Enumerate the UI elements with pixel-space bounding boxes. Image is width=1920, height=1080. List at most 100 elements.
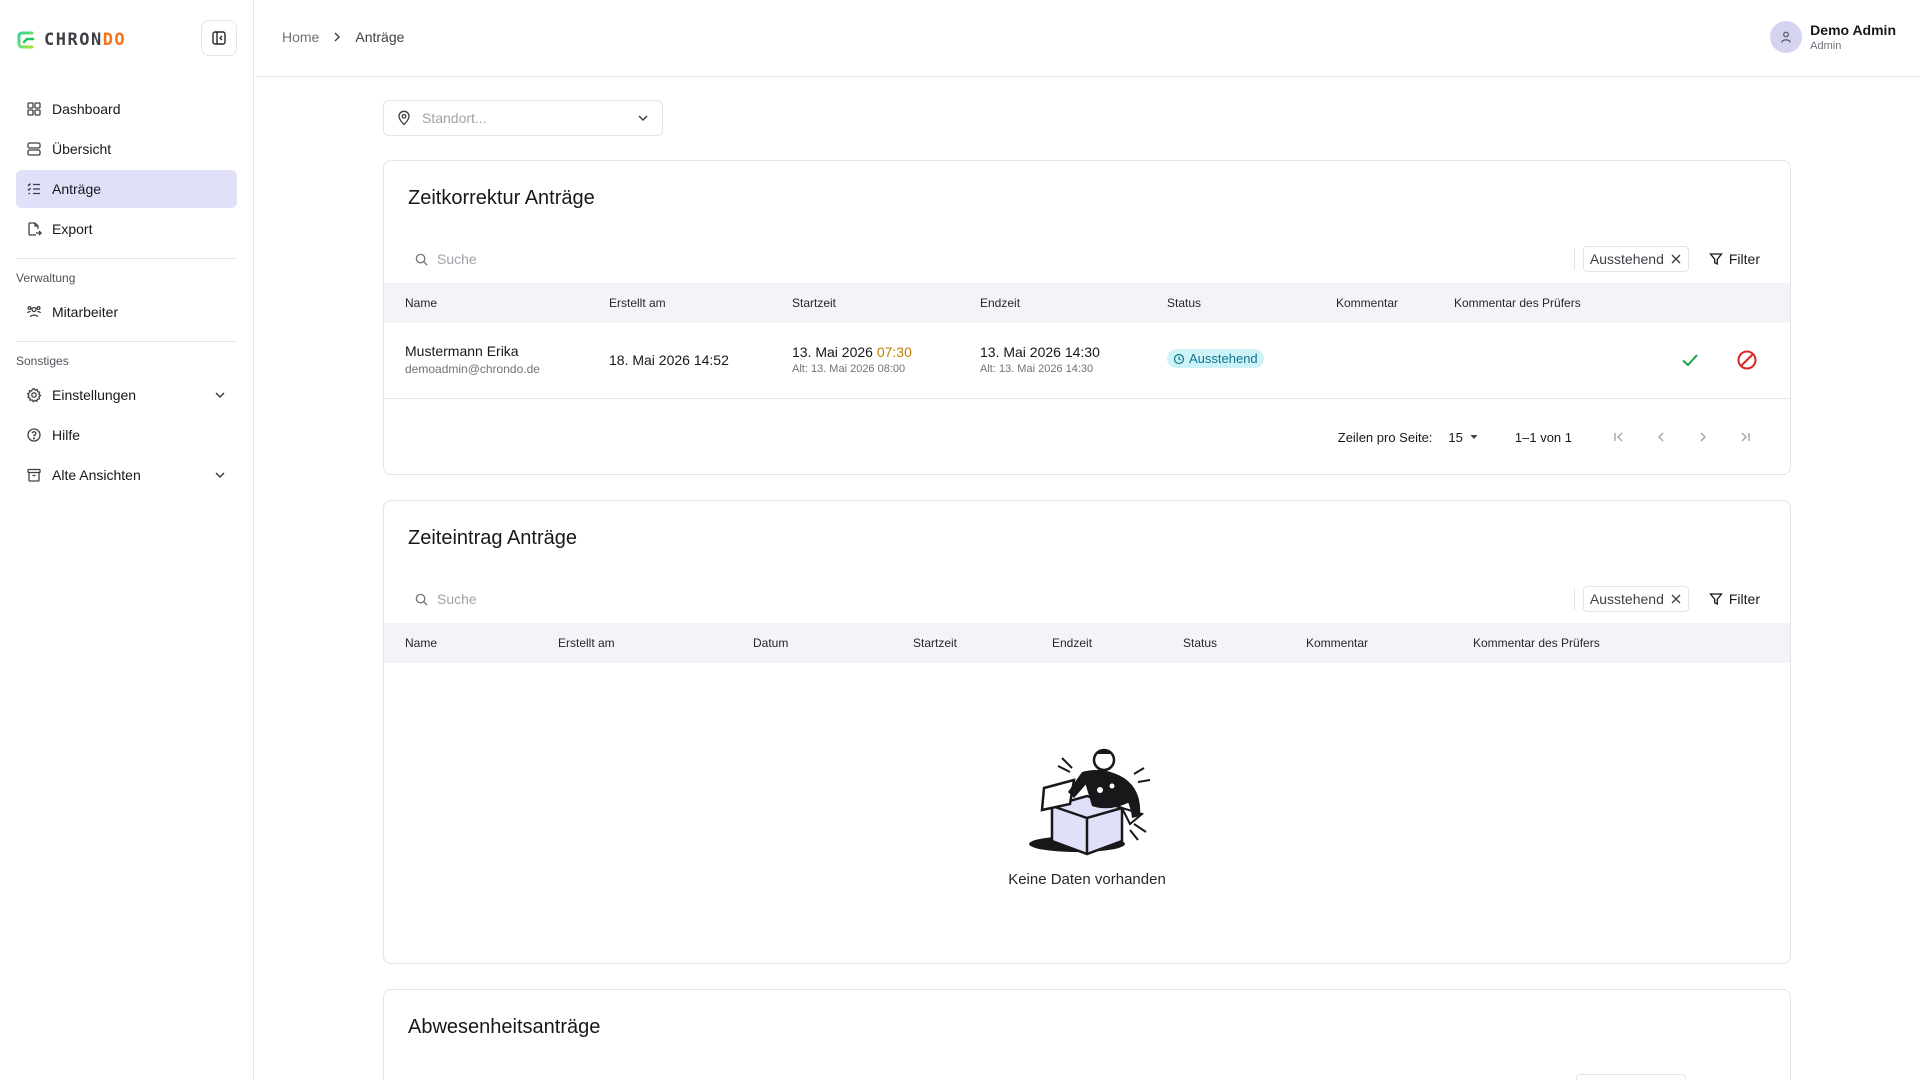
column-header[interactable]: Name xyxy=(405,296,437,310)
search-input[interactable]: Suche xyxy=(414,243,477,275)
column-header[interactable]: Kommentar xyxy=(1306,636,1368,650)
sidebar-item-label: Anträge xyxy=(52,181,102,197)
sidebar-item-label: Export xyxy=(52,221,93,237)
breadcrumb-current: Anträge xyxy=(355,29,405,45)
caret-down-icon xyxy=(1470,435,1478,439)
column-header[interactable]: Erstellt am xyxy=(609,296,666,310)
sidebar-item-old-views[interactable]: Alte Ansichten xyxy=(16,456,237,494)
check-icon xyxy=(1682,354,1698,367)
close-icon[interactable] xyxy=(1670,593,1682,605)
status-filter-chip[interactable]: Ausstehend xyxy=(1582,246,1689,272)
created-cell: 18. Mai 2026 14:52 xyxy=(609,352,729,368)
column-header[interactable]: Status xyxy=(1167,296,1201,310)
sidebar-item-label: Hilfe xyxy=(52,427,81,443)
logo-icon xyxy=(17,31,35,49)
chevron-down-icon[interactable] xyxy=(213,388,227,402)
column-header[interactable]: Startzeit xyxy=(792,296,836,310)
table-header: Name Erstellt am Startzeit Endzeit Statu… xyxy=(384,283,1790,323)
rows-per-page-label: Zeilen pro Seite: xyxy=(1337,429,1433,445)
section-label-admin: Verwaltung xyxy=(16,271,76,285)
top-bar: Home Anträge Demo Admin Admin xyxy=(255,0,1920,77)
filter-icon xyxy=(1709,592,1723,606)
logo-text: CHRONDO xyxy=(44,30,127,50)
sidebar-item-help[interactable]: Hilfe xyxy=(16,416,237,454)
first-page-button[interactable] xyxy=(1604,423,1634,451)
reject-button[interactable] xyxy=(1736,349,1758,371)
column-header[interactable]: Name xyxy=(405,636,437,650)
empty-box-illustration xyxy=(1029,748,1151,856)
column-header[interactable]: Kommentar des Prüfers xyxy=(1454,296,1581,310)
chip-label: Ausstehend xyxy=(1589,591,1664,607)
sidebar-item-employees[interactable]: Mitarbeiter xyxy=(16,293,237,331)
column-header[interactable]: Endzeit xyxy=(1052,636,1092,650)
empty-state-text: Keine Daten vorhanden xyxy=(1008,871,1166,888)
search-placeholder: Suche xyxy=(437,251,477,267)
settings-icon xyxy=(26,387,42,403)
users-icon xyxy=(26,304,42,320)
sidebar-item-dashboard[interactable]: Dashboard xyxy=(16,90,237,128)
sidebar-item-overview[interactable]: Übersicht xyxy=(16,130,237,168)
sidebar-item-settings[interactable]: Einstellungen xyxy=(16,376,237,414)
chevron-down-icon xyxy=(636,111,650,125)
sidebar-item-label: Einstellungen xyxy=(52,387,137,403)
rows-per-page-select[interactable]: 15 xyxy=(1448,430,1478,445)
file-export-icon xyxy=(26,221,42,237)
last-page-icon xyxy=(1741,432,1750,442)
column-header[interactable]: Erstellt am xyxy=(558,636,615,650)
chevron-right-icon xyxy=(1700,432,1706,442)
search-input[interactable]: Suche xyxy=(414,583,477,615)
time-correction-card: Zeitkorrektur Anträge Suche Ausstehend F… xyxy=(383,160,1791,475)
pagination: Zeilen pro Seite: 15 1–1 von 1 xyxy=(1338,423,1760,451)
prev-page-button[interactable] xyxy=(1646,423,1676,451)
start-cell: 13. Mai 2026 07:30 Alt: 13. Mai 2026 08:… xyxy=(792,344,912,375)
chevron-down-icon[interactable] xyxy=(213,468,227,482)
name-cell: Mustermann Erika demoadmin@chrondo.de xyxy=(405,343,540,376)
list-check-icon xyxy=(26,181,42,197)
sidebar-item-requests[interactable]: Anträge xyxy=(16,170,237,208)
table-row[interactable]: Mustermann Erika demoadmin@chrondo.de 18… xyxy=(384,323,1790,399)
user-role: Admin xyxy=(1810,40,1842,52)
column-header[interactable]: Status xyxy=(1183,636,1217,650)
search-icon xyxy=(414,592,429,607)
next-page-button[interactable] xyxy=(1688,423,1718,451)
card-title: Zeiteintrag Anträge xyxy=(408,527,577,549)
column-header[interactable]: Kommentar des Prüfers xyxy=(1473,636,1600,650)
avatar[interactable] xyxy=(1770,21,1803,53)
close-icon[interactable] xyxy=(1670,253,1682,265)
employee-email: demoadmin@chrondo.de xyxy=(405,362,540,376)
last-page-button[interactable] xyxy=(1730,423,1760,451)
search-icon xyxy=(414,252,429,267)
card-title: Abwesenheitsanträge xyxy=(408,1016,601,1038)
approve-button[interactable] xyxy=(1679,349,1701,371)
filter-button[interactable]: Filter xyxy=(1709,591,1760,607)
sidebar-nav: Dashboard Übersicht Anträge Export Verwa… xyxy=(16,90,237,496)
sidebar-toggle-button[interactable] xyxy=(201,20,237,56)
sidebar-item-label: Alte Ansichten xyxy=(52,467,141,483)
filter-button[interactable]: Filter xyxy=(1709,251,1760,267)
user-menu[interactable]: Demo Admin Admin xyxy=(1770,21,1896,53)
start-date: 13. Mai 2026 xyxy=(792,344,873,360)
breadcrumb-home-link[interactable]: Home xyxy=(282,29,319,45)
end-time: 13. Mai 2026 14:30 xyxy=(980,344,1100,360)
chrondo-logo[interactable]: CHRONDO xyxy=(16,30,126,50)
location-select[interactable]: Standort... xyxy=(383,100,663,136)
filter-icon xyxy=(1709,252,1723,266)
sidebar-item-export[interactable]: Export xyxy=(16,210,237,248)
section-label-misc: Sonstiges xyxy=(16,354,69,368)
column-header[interactable]: Startzeit xyxy=(913,636,957,650)
status-label: Ausstehend xyxy=(1189,351,1258,366)
clock-icon xyxy=(1173,353,1185,364)
table-toolbar: Suche Ausstehend Filter xyxy=(384,583,1790,615)
first-page-icon xyxy=(1614,432,1623,442)
status-filter-chip[interactable]: Ausstehend xyxy=(1582,586,1689,612)
column-header[interactable]: Kommentar xyxy=(1336,296,1398,310)
column-header[interactable]: Endzeit xyxy=(980,296,1020,310)
status-filter-chip[interactable] xyxy=(1576,1074,1686,1080)
end-cell: 13. Mai 2026 14:30 Alt: 13. Mai 2026 14:… xyxy=(980,344,1100,375)
start-time-changed: 07:30 xyxy=(876,344,912,360)
column-header[interactable]: Datum xyxy=(753,636,788,650)
location-placeholder: Standort... xyxy=(422,110,487,126)
map-pin-icon xyxy=(396,110,412,126)
card-title: Zeitkorrektur Anträge xyxy=(408,187,595,209)
divider xyxy=(1573,588,1575,610)
